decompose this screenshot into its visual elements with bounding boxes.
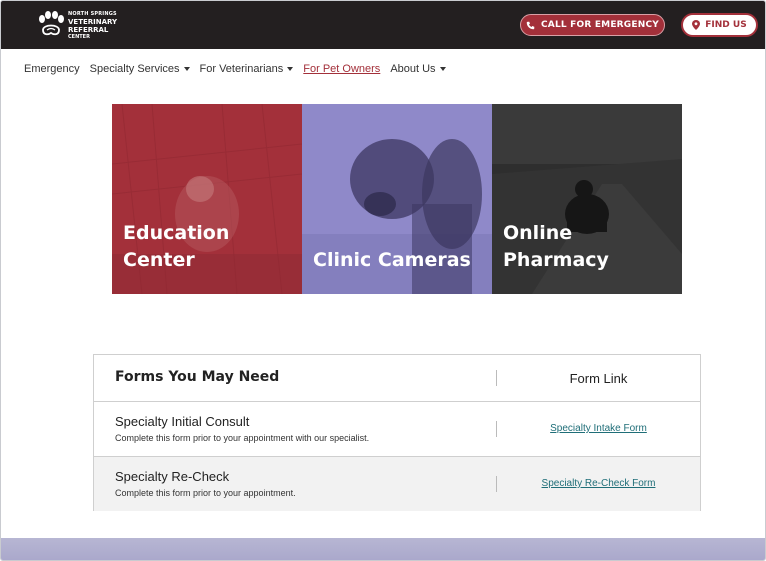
phone-icon [526, 21, 535, 29]
logo-line-1: NORTH SPRINGS [68, 11, 117, 17]
call-emergency-label: CALL FOR EMERGENCY [540, 20, 659, 30]
form-link-header: Form Link [569, 371, 628, 386]
map-pin-icon [692, 20, 701, 30]
main-nav: Emergency Specialty Services For Veterin… [24, 61, 446, 77]
tile-label: Education Center [123, 222, 230, 271]
nav-about-us[interactable]: About Us [390, 63, 446, 75]
tile-clinic-cameras[interactable]: Clinic Cameras [302, 104, 492, 294]
feature-tiles: Education Center Clinic Cameras Online P… [112, 104, 682, 294]
nav-for-veterinarians[interactable]: For Veterinarians [200, 63, 294, 75]
nav-label: For Veterinarians [199, 63, 284, 75]
site-logo[interactable]: NORTH SPRINGS VETERINARY REFERRAL CENTER [37, 10, 117, 40]
forms-title: Forms You May Need [115, 369, 280, 385]
form-title: Specialty Re-Check [115, 469, 230, 484]
tile-label: Online Pharmacy [503, 222, 609, 271]
call-emergency-button[interactable]: CALL FOR EMERGENCY [520, 14, 665, 36]
nav-label: About Us [390, 63, 436, 75]
nav-specialty-services[interactable]: Specialty Services [90, 63, 190, 75]
form-description: Complete this form prior to your appoint… [115, 488, 296, 498]
logo-line-2: VETERINARY [68, 17, 118, 26]
forms-header-row: Forms You May Need Form Link [94, 355, 700, 402]
nav-emergency[interactable]: Emergency [24, 63, 80, 75]
table-row: Specialty Re-Check Complete this form pr… [94, 457, 700, 511]
tile-online-pharmacy[interactable]: Online Pharmacy [492, 104, 682, 294]
nav-label: Specialty Services [89, 63, 180, 75]
nav-label: Emergency [24, 63, 80, 75]
form-description: Complete this form prior to your appoint… [115, 433, 370, 443]
caret-down-icon [183, 67, 190, 71]
nav-for-pet-owners[interactable]: For Pet Owners [303, 63, 380, 75]
tile-label: Clinic Cameras [313, 249, 471, 271]
specialty-recheck-form-link[interactable]: Specialty Re-Check Form [497, 478, 700, 489]
specialty-intake-form-link[interactable]: Specialty Intake Form [497, 423, 700, 434]
caret-down-icon [287, 67, 294, 71]
find-us-label: FIND US [705, 20, 747, 30]
forms-table: Forms You May Need Form Link Specialty I… [93, 354, 701, 511]
top-bar: NORTH SPRINGS VETERINARY REFERRAL CENTER… [1, 1, 765, 49]
page: NORTH SPRINGS VETERINARY REFERRAL CENTER… [0, 0, 766, 561]
form-title: Specialty Initial Consult [115, 414, 250, 429]
tile-education-center[interactable]: Education Center [112, 104, 302, 294]
table-row: Specialty Initial Consult Complete this … [94, 402, 700, 457]
logo-text: NORTH SPRINGS VETERINARY REFERRAL CENTER [68, 11, 117, 40]
paw-logo-icon [39, 11, 64, 36]
logo-line-4: CENTER [68, 33, 90, 40]
caret-down-icon [439, 67, 446, 71]
logo-line-3: REFERRAL [68, 25, 109, 34]
find-us-button[interactable]: FIND US [681, 13, 758, 37]
nav-label: For Pet Owners [303, 63, 381, 75]
footer-band [1, 538, 765, 560]
